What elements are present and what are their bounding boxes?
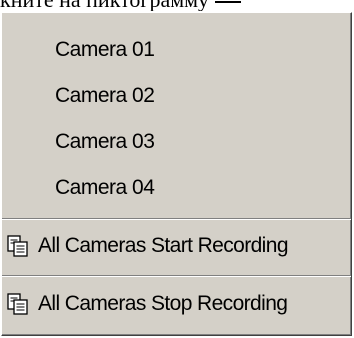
menu-item-label: Camera 04 <box>55 176 155 199</box>
background-document-text: кните на пиктограмму <box>0 0 354 11</box>
menu-item-label: All Cameras Stop Recording <box>38 292 288 315</box>
underline-mark <box>215 0 242 3</box>
copy-documents-icon <box>7 235 28 257</box>
menu-item-stop-recording[interactable]: All Cameras Stop Recording <box>2 279 351 329</box>
menu-separator <box>2 275 351 277</box>
menu-separator <box>2 218 351 220</box>
menu-item-camera-03[interactable]: Camera 03 <box>2 119 351 165</box>
menu-item-label: Camera 02 <box>55 84 155 107</box>
menu-item-camera-02[interactable]: Camera 02 <box>2 73 351 119</box>
menu-item-camera-01[interactable]: Camera 01 <box>2 27 351 73</box>
menu-item-label: Camera 01 <box>55 38 155 61</box>
menu-item-camera-04[interactable]: Camera 04 <box>2 165 351 211</box>
background-text: кните на пиктограмму <box>0 0 209 11</box>
menu-item-start-recording[interactable]: All Cameras Start Recording <box>2 221 351 271</box>
menu-item-label: Camera 03 <box>55 130 155 153</box>
context-menu: Camera 01 Camera 02 Camera 03 Camera 04 … <box>1 12 352 336</box>
copy-documents-icon <box>7 293 28 315</box>
menu-item-label: All Cameras Start Recording <box>38 234 289 257</box>
